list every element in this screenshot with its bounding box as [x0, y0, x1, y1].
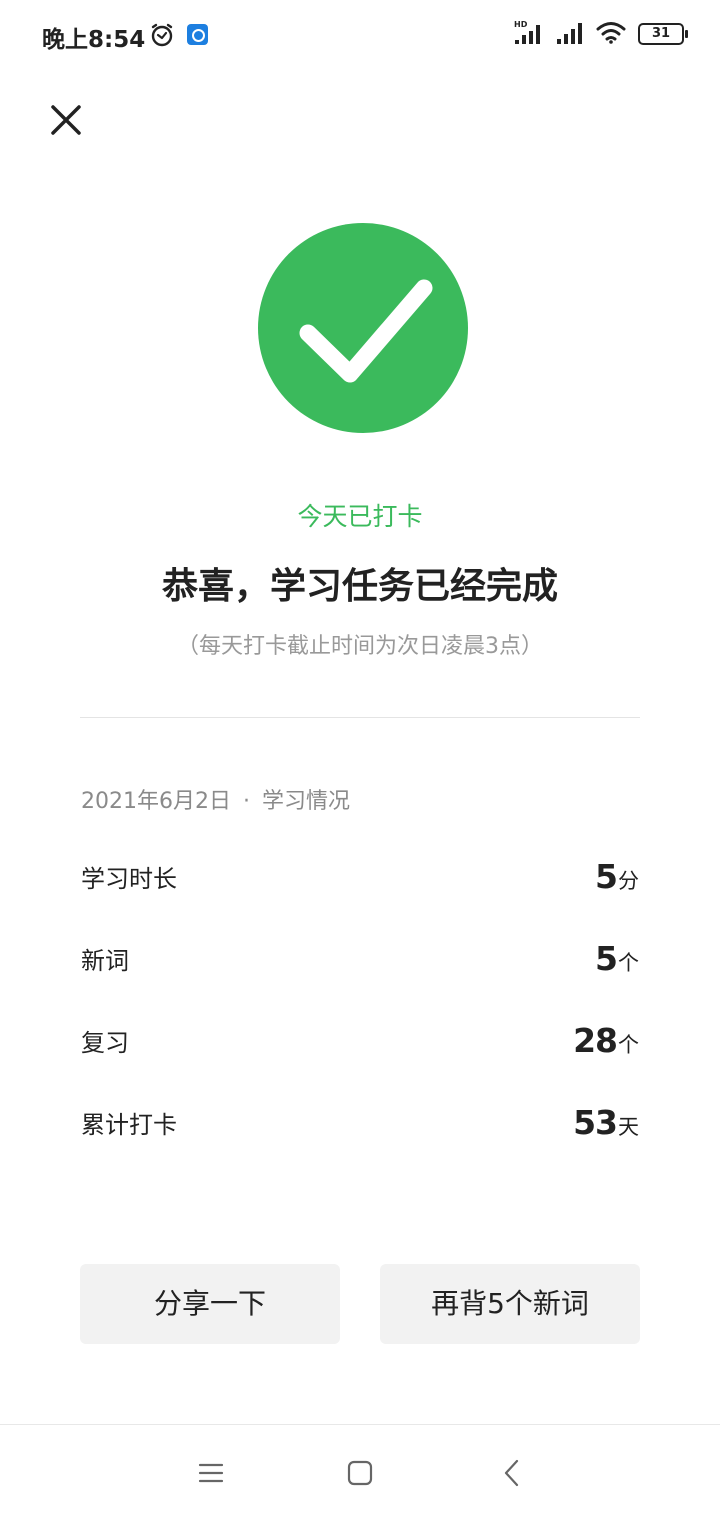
stat-label: 复习 — [81, 1029, 129, 1057]
stat-number: 28 — [573, 1021, 618, 1060]
signal-icon: HD — [514, 19, 544, 49]
stat-label: 累计打卡 — [81, 1111, 177, 1139]
success-badge — [258, 223, 468, 433]
close-icon — [51, 105, 81, 135]
close-button[interactable] — [44, 98, 88, 142]
stat-value: 28个 — [573, 1021, 639, 1060]
stat-row-review: 复习 28个 — [81, 1014, 639, 1064]
back-button[interactable] — [494, 1455, 530, 1491]
share-button[interactable]: 分享一下 — [80, 1264, 340, 1344]
deadline-note: （每天打卡截止时间为次日凌晨3点） — [177, 634, 543, 659]
stat-label: 学习时长 — [81, 865, 177, 893]
stat-unit: 分 — [618, 869, 639, 893]
signal-icon — [556, 19, 584, 49]
stat-unit: 天 — [618, 1115, 639, 1139]
back-icon — [504, 1459, 519, 1487]
page-title: 恭喜，学习任务已经完成 — [161, 566, 558, 607]
checkin-complete-screen: 晚上8:54 HD 31 今天已打卡 恭喜，学习任务已经完成 （每天打卡截止时间… — [0, 0, 720, 1520]
status-indicators: HD 31 — [514, 19, 688, 49]
stat-label: 新词 — [81, 947, 129, 975]
stat-unit: 个 — [618, 951, 639, 975]
stat-number: 53 — [573, 1103, 618, 1142]
separator-dot: · — [242, 789, 250, 814]
status-bar: 晚上8:54 HD 31 — [0, 0, 720, 70]
stat-number: 5 — [595, 857, 618, 896]
stat-row-study-time: 学习时长 5分 — [81, 850, 639, 900]
network-badge: HD — [514, 20, 528, 29]
stat-value: 5分 — [595, 857, 639, 896]
app-notification-icon — [187, 24, 208, 45]
check-icon — [299, 279, 433, 383]
learn-more-words-button[interactable]: 再背5个新词 — [380, 1264, 640, 1344]
stat-unit: 个 — [618, 1033, 639, 1057]
checkin-status: 今天已打卡 — [297, 502, 423, 531]
stats-title: 学习情况 — [261, 789, 350, 814]
wifi-icon — [596, 20, 626, 48]
menu-icon — [198, 1463, 224, 1483]
stat-value: 5个 — [595, 939, 639, 978]
divider — [80, 717, 640, 718]
home-button[interactable] — [342, 1455, 378, 1491]
stats-date: 2021年6月2日 — [81, 789, 231, 814]
stat-row-new-words: 新词 5个 — [81, 932, 639, 982]
stat-number: 5 — [595, 939, 618, 978]
home-icon — [347, 1460, 373, 1486]
menu-button[interactable] — [193, 1455, 229, 1491]
alarm-icon — [149, 22, 175, 52]
stat-row-total-checkins: 累计打卡 53天 — [81, 1096, 639, 1146]
stat-value: 53天 — [573, 1103, 639, 1142]
battery-level: 31 — [651, 26, 671, 41]
status-time: 晚上8:54 — [42, 27, 146, 53]
battery-icon: 31 — [638, 23, 688, 45]
system-nav-bar — [0, 1424, 720, 1520]
stats-heading: 2021年6月2日 · 学习情况 — [81, 783, 350, 815]
